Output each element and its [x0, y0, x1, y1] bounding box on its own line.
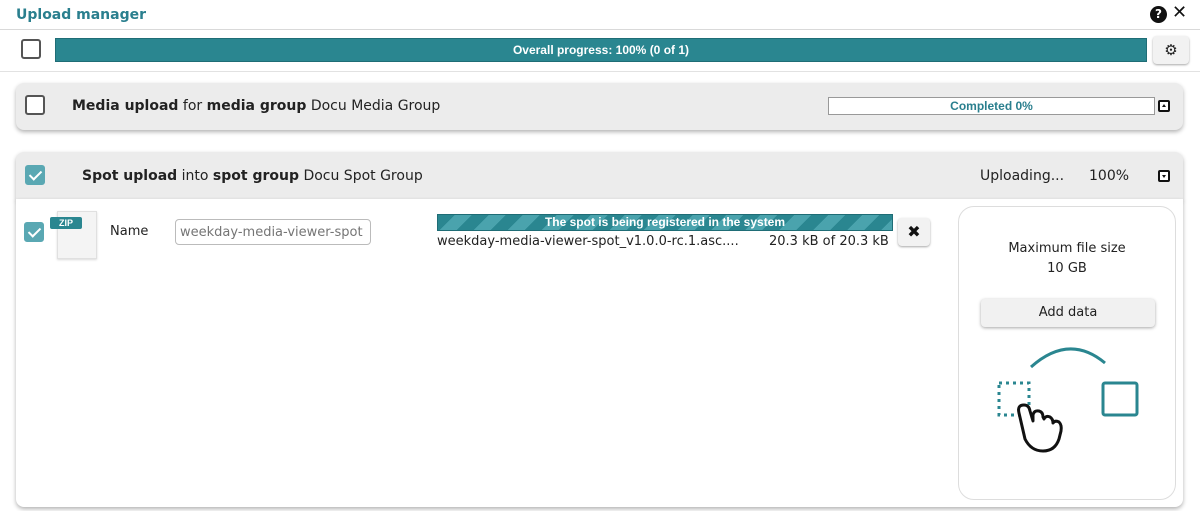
registration-progress-bar: The spot is being registered in the syst… — [437, 214, 893, 231]
gear-icon: ⚙ — [1164, 41, 1178, 59]
media-upload-for: for — [182, 98, 203, 114]
spot-upload-kind: Spot upload — [82, 168, 178, 184]
spot-group-name: Docu Spot Group — [303, 168, 423, 184]
overall-progress-bar: Overall progress: 100% (0 of 1) — [55, 38, 1147, 62]
media-progress-text: Completed 0% — [950, 99, 1033, 113]
expand-icon[interactable] — [1158, 170, 1170, 182]
registration-status-text: The spot is being registered in the syst… — [544, 215, 786, 229]
zip-file-icon: ZIP — [50, 211, 97, 259]
x-icon: ✖ — [907, 222, 921, 241]
name-label: Name — [110, 224, 149, 239]
window-titlebar: Upload manager ? ✕ — [0, 0, 1200, 30]
spot-upload-panel: Spot upload into spot group Docu Spot Gr… — [16, 152, 1183, 200]
max-file-size-value: 10 GB — [1047, 261, 1087, 276]
file-type-badge: ZIP — [50, 217, 83, 229]
spot-upload-target: spot group — [212, 168, 299, 184]
cancel-upload-button[interactable]: ✖ — [898, 218, 930, 246]
media-upload-kind: Media upload — [72, 98, 179, 114]
file-drop-zone[interactable]: Maximum file size 10 GB Add data — [958, 206, 1176, 500]
spot-name-input[interactable] — [175, 219, 371, 245]
select-all-checkbox[interactable] — [21, 39, 41, 59]
max-file-size-label: Maximum file size — [1008, 241, 1126, 256]
spot-upload-heading: Spot upload into spot group Docu Spot Gr… — [82, 168, 423, 184]
toolbar: Overall progress: 100% (0 of 1) ⚙ — [0, 30, 1200, 72]
media-progress-bar: Completed 0% — [828, 97, 1155, 115]
file-checkbox[interactable] — [24, 222, 44, 242]
window-title: Upload manager — [16, 7, 147, 23]
close-icon[interactable]: ✕ — [1172, 3, 1187, 23]
help-icon[interactable]: ? — [1150, 6, 1167, 23]
collapse-icon[interactable] — [1158, 100, 1170, 112]
spot-upload-percent: 100% — [1089, 168, 1130, 184]
drag-and-drop-hand-icon — [997, 347, 1139, 453]
media-upload-checkbox[interactable] — [25, 95, 45, 115]
add-data-button[interactable]: Add data — [981, 299, 1155, 327]
media-upload-target: media group — [206, 98, 307, 114]
spot-upload-checkbox[interactable] — [25, 165, 45, 185]
media-upload-panel: Media upload for media group Docu Media … — [16, 83, 1183, 130]
overall-progress-text: Overall progress: 100% (0 of 1) — [512, 43, 690, 57]
settings-button[interactable]: ⚙ — [1153, 36, 1189, 64]
spot-upload-into: into — [181, 168, 209, 184]
file-name: weekday-media-viewer-spot_v1.0.0-rc.1.as… — [437, 234, 739, 249]
media-group-name: Docu Media Group — [310, 98, 441, 114]
media-upload-heading: Media upload for media group Docu Media … — [72, 98, 440, 114]
file-size: 20.3 kB of 20.3 kB — [769, 234, 889, 249]
spot-upload-status: Uploading... — [980, 168, 1065, 184]
